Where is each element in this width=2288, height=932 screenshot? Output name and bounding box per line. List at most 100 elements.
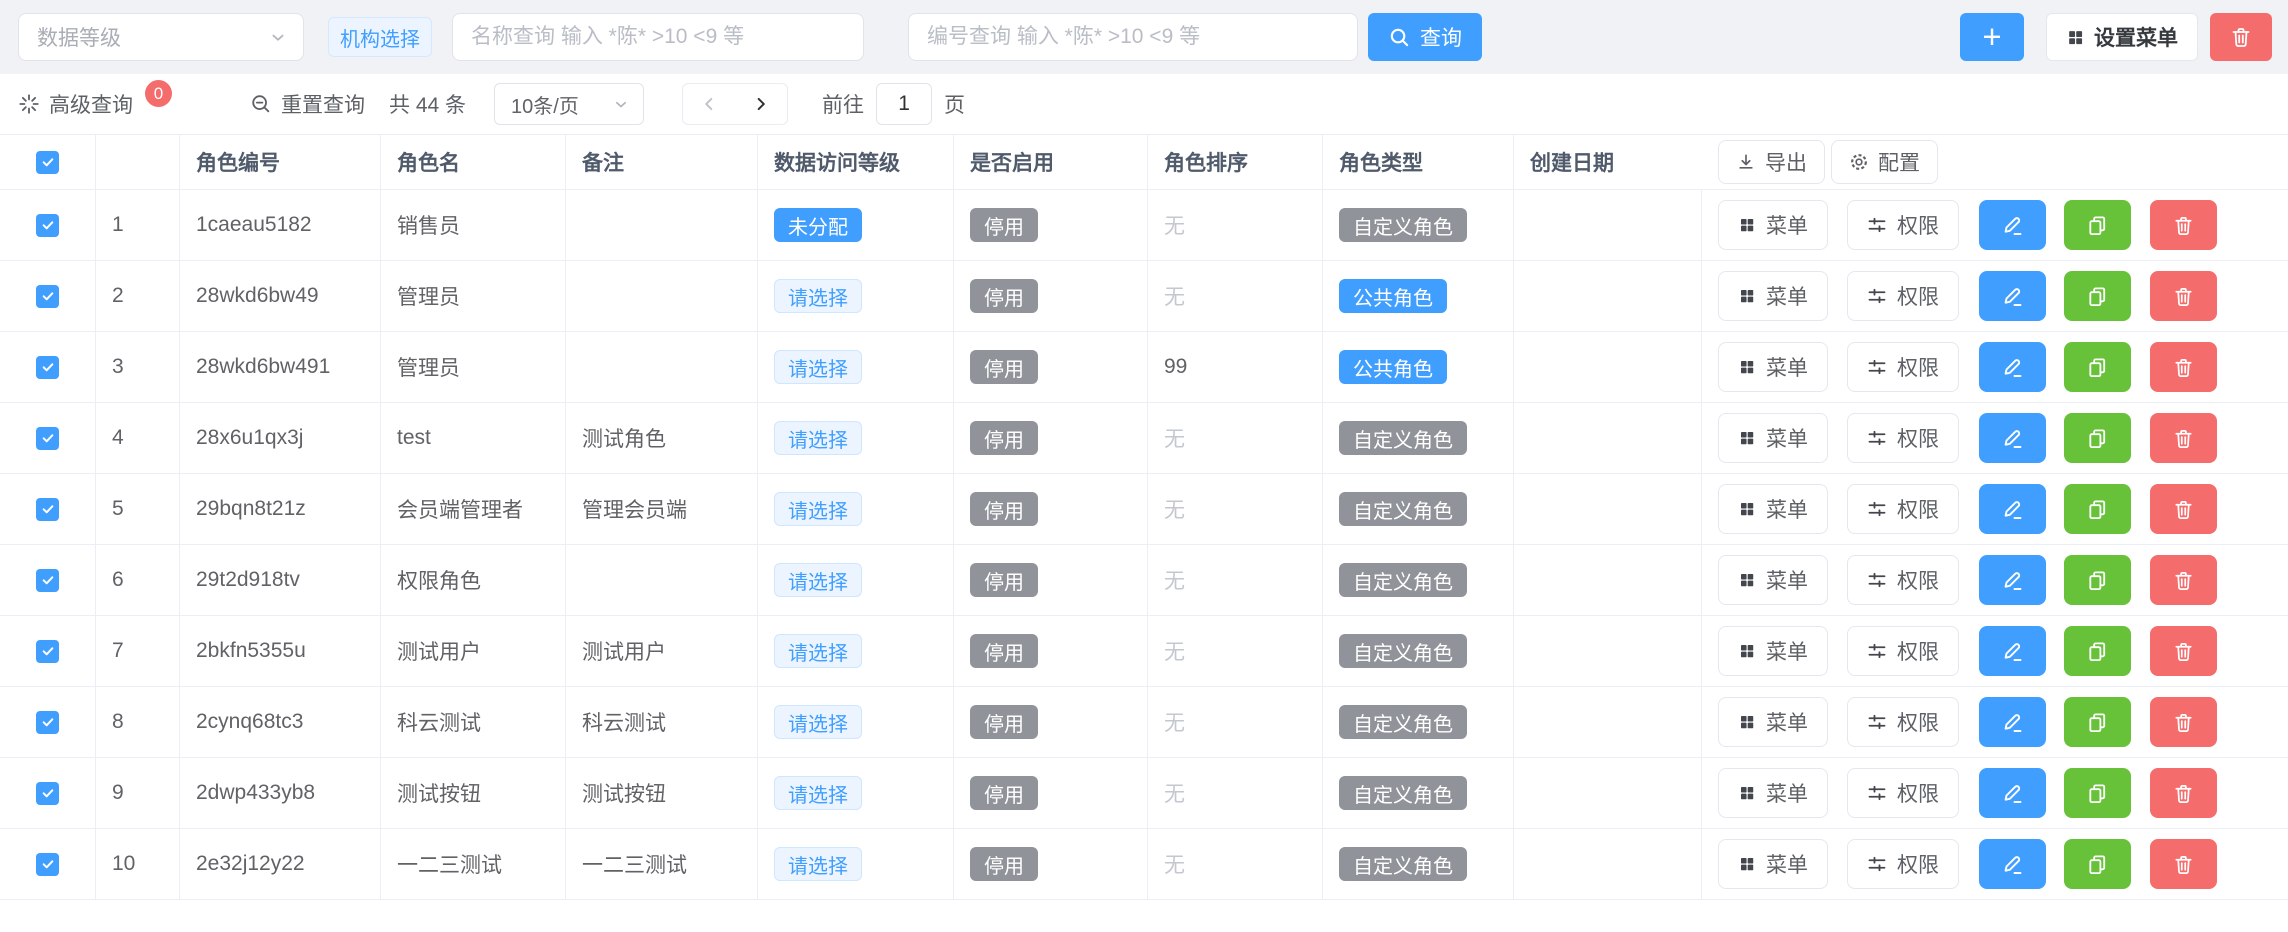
enabled-status-button[interactable]: 停用: [970, 208, 1038, 242]
select-all-checkbox[interactable]: [36, 151, 59, 174]
row-checkbox[interactable]: [36, 356, 59, 379]
enabled-status-button[interactable]: 停用: [970, 492, 1038, 526]
row-checkbox[interactable]: [36, 711, 59, 734]
row-checkbox[interactable]: [36, 285, 59, 308]
role-type-button[interactable]: 自定义角色: [1339, 208, 1467, 242]
access-level-button[interactable]: 请选择: [774, 847, 862, 881]
access-level-button[interactable]: 请选择: [774, 776, 862, 810]
access-level-button[interactable]: 请选择: [774, 279, 862, 313]
row-copy-button[interactable]: [2064, 200, 2131, 250]
enabled-status-button[interactable]: 停用: [970, 705, 1038, 739]
row-menu-button[interactable]: 菜单: [1718, 484, 1828, 534]
row-menu-button[interactable]: 菜单: [1718, 626, 1828, 676]
prev-page-button[interactable]: [683, 84, 735, 124]
row-menu-button[interactable]: 菜单: [1718, 697, 1828, 747]
row-edit-button[interactable]: [1979, 484, 2046, 534]
row-edit-button[interactable]: [1979, 626, 2046, 676]
row-delete-button[interactable]: [2150, 484, 2217, 534]
row-permission-button[interactable]: 权限: [1847, 342, 1959, 392]
row-edit-button[interactable]: [1979, 413, 2046, 463]
row-delete-button[interactable]: [2150, 626, 2217, 676]
row-delete-button[interactable]: [2150, 768, 2217, 818]
row-delete-button[interactable]: [2150, 555, 2217, 605]
row-delete-button[interactable]: [2150, 839, 2217, 889]
row-edit-button[interactable]: [1979, 768, 2046, 818]
enabled-status-button[interactable]: 停用: [970, 350, 1038, 384]
role-type-button[interactable]: 公共角色: [1339, 350, 1447, 384]
access-level-button[interactable]: 请选择: [774, 350, 862, 384]
row-menu-button[interactable]: 菜单: [1718, 839, 1828, 889]
row-checkbox[interactable]: [36, 853, 59, 876]
access-level-button[interactable]: 请选择: [774, 634, 862, 668]
row-menu-button[interactable]: 菜单: [1718, 555, 1828, 605]
access-level-button[interactable]: 请选择: [774, 421, 862, 455]
config-button[interactable]: 配置: [1831, 140, 1938, 184]
enabled-status-button[interactable]: 停用: [970, 634, 1038, 668]
row-delete-button[interactable]: [2150, 413, 2217, 463]
goto-page-input[interactable]: [876, 83, 932, 125]
row-checkbox[interactable]: [36, 640, 59, 663]
row-edit-button[interactable]: [1979, 271, 2046, 321]
batch-delete-button[interactable]: [2210, 13, 2272, 61]
role-type-button[interactable]: 自定义角色: [1339, 847, 1467, 881]
access-level-button[interactable]: 请选择: [774, 492, 862, 526]
role-type-button[interactable]: 自定义角色: [1339, 563, 1467, 597]
enabled-status-button[interactable]: 停用: [970, 563, 1038, 597]
row-checkbox[interactable]: [36, 427, 59, 450]
row-copy-button[interactable]: [2064, 271, 2131, 321]
row-copy-button[interactable]: [2064, 768, 2131, 818]
row-edit-button[interactable]: [1979, 555, 2046, 605]
row-checkbox[interactable]: [36, 214, 59, 237]
row-copy-button[interactable]: [2064, 484, 2131, 534]
row-menu-button[interactable]: 菜单: [1718, 413, 1828, 463]
row-copy-button[interactable]: [2064, 697, 2131, 747]
row-copy-button[interactable]: [2064, 555, 2131, 605]
row-edit-button[interactable]: [1979, 697, 2046, 747]
row-permission-button[interactable]: 权限: [1847, 271, 1959, 321]
enabled-status-button[interactable]: 停用: [970, 847, 1038, 881]
row-copy-button[interactable]: [2064, 839, 2131, 889]
access-level-button[interactable]: 未分配: [774, 208, 862, 242]
next-page-button[interactable]: [735, 84, 787, 124]
access-level-button[interactable]: 请选择: [774, 705, 862, 739]
access-level-button[interactable]: 请选择: [774, 563, 862, 597]
code-search-input[interactable]: [908, 13, 1358, 61]
row-edit-button[interactable]: [1979, 342, 2046, 392]
row-menu-button[interactable]: 菜单: [1718, 200, 1828, 250]
enabled-status-button[interactable]: 停用: [970, 776, 1038, 810]
row-menu-button[interactable]: 菜单: [1718, 342, 1828, 392]
role-type-button[interactable]: 自定义角色: [1339, 492, 1467, 526]
row-delete-button[interactable]: [2150, 342, 2217, 392]
search-button[interactable]: 查询: [1368, 13, 1482, 61]
reset-query-button[interactable]: 重置查询: [250, 89, 365, 119]
row-permission-button[interactable]: 权限: [1847, 839, 1959, 889]
row-copy-button[interactable]: [2064, 626, 2131, 676]
row-checkbox[interactable]: [36, 569, 59, 592]
role-type-button[interactable]: 公共角色: [1339, 279, 1447, 313]
org-select-button[interactable]: 机构选择: [328, 17, 432, 57]
name-search-input[interactable]: [452, 13, 864, 61]
row-delete-button[interactable]: [2150, 697, 2217, 747]
role-type-button[interactable]: 自定义角色: [1339, 776, 1467, 810]
row-copy-button[interactable]: [2064, 342, 2131, 392]
row-permission-button[interactable]: 权限: [1847, 484, 1959, 534]
enabled-status-button[interactable]: 停用: [970, 421, 1038, 455]
row-permission-button[interactable]: 权限: [1847, 413, 1959, 463]
row-menu-button[interactable]: 菜单: [1718, 271, 1828, 321]
row-delete-button[interactable]: [2150, 200, 2217, 250]
row-checkbox[interactable]: [36, 782, 59, 805]
row-permission-button[interactable]: 权限: [1847, 768, 1959, 818]
set-menu-button[interactable]: 设置菜单: [2046, 13, 2198, 61]
data-level-select[interactable]: 数据等级: [18, 13, 304, 61]
row-checkbox[interactable]: [36, 498, 59, 521]
row-edit-button[interactable]: [1979, 839, 2046, 889]
row-permission-button[interactable]: 权限: [1847, 626, 1959, 676]
row-permission-button[interactable]: 权限: [1847, 200, 1959, 250]
role-type-button[interactable]: 自定义角色: [1339, 705, 1467, 739]
role-type-button[interactable]: 自定义角色: [1339, 634, 1467, 668]
export-button[interactable]: 导出: [1718, 140, 1825, 184]
row-permission-button[interactable]: 权限: [1847, 555, 1959, 605]
enabled-status-button[interactable]: 停用: [970, 279, 1038, 313]
row-permission-button[interactable]: 权限: [1847, 697, 1959, 747]
page-size-select[interactable]: 10条/页: [494, 83, 644, 125]
